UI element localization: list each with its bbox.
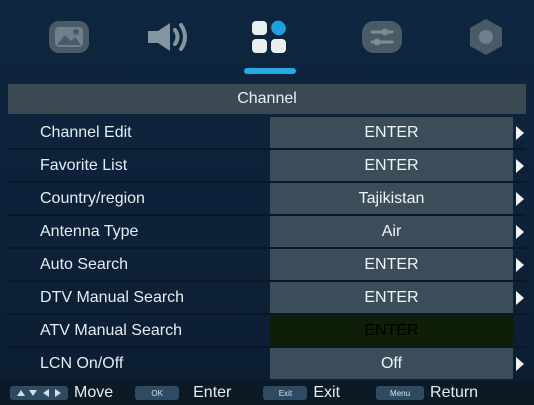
picture-icon [49, 21, 89, 53]
footer-exit-label: Exit [313, 384, 341, 401]
menu-item-label: ATV Manual Search [40, 322, 182, 339]
menu-item-value[interactable]: Air [270, 216, 513, 247]
menu-item-value[interactable]: ENTER [270, 117, 513, 148]
page-title: Channel [8, 84, 526, 114]
tab-settings[interactable] [356, 17, 408, 57]
footer-enter-label: Enter [193, 384, 232, 401]
menu-item-label: Channel Edit [40, 124, 132, 141]
channel-icon [252, 20, 286, 53]
exit-key: Exit [263, 386, 308, 400]
tab-channel[interactable] [244, 17, 296, 57]
arrow-right-icon [516, 159, 524, 173]
navigation-arrows-icon [10, 386, 68, 400]
ok-key: OK [135, 386, 180, 400]
arrow-right-icon [516, 357, 524, 371]
menu-item-value[interactable]: ENTER [270, 282, 513, 313]
lock-icon [470, 19, 502, 55]
tab-picture[interactable] [43, 17, 95, 57]
menu-item-label: Country/region [40, 190, 145, 207]
arrow-right-icon [516, 225, 524, 239]
menu-item-label: DTV Manual Search [40, 289, 185, 306]
menu-item-value[interactable]: Off [270, 348, 513, 379]
sound-icon [148, 23, 187, 51]
menu-item-antenna-type[interactable]: Antenna Type Air [8, 216, 526, 249]
menu-item-value[interactable]: ENTER [270, 150, 513, 181]
tv-menu-screen: Channel Channel Edit ENTER Favorite List… [0, 0, 534, 405]
footer-key-hints: Move OK Enter Exit Exit Menu Return [0, 381, 534, 405]
menu-item-value-disabled: ENTER [270, 315, 513, 346]
menu-item-auto-search[interactable]: Auto Search ENTER [8, 249, 526, 282]
arrow-right-icon [516, 126, 524, 140]
selected-tab-indicator [244, 68, 296, 74]
tab-lock[interactable] [460, 17, 512, 57]
menu-item-lcn-on-off[interactable]: LCN On/Off Off [8, 348, 526, 381]
menu-item-label: Antenna Type [40, 223, 139, 240]
menu-item-label: LCN On/Off [40, 355, 124, 372]
menu-tab-bar [0, 0, 534, 84]
menu-item-atv-manual-search[interactable]: ATV Manual Search ENTER [8, 315, 526, 348]
settings-sliders-icon [362, 21, 402, 53]
channel-menu: Channel Edit ENTER Favorite List ENTER C… [8, 117, 526, 381]
menu-item-channel-edit[interactable]: Channel Edit ENTER [8, 117, 526, 150]
menu-item-label: Favorite List [40, 157, 128, 174]
menu-item-dtv-manual-search[interactable]: DTV Manual Search ENTER [8, 282, 526, 315]
arrow-right-icon [516, 192, 524, 206]
menu-item-label: Auto Search [40, 256, 129, 273]
tab-sound[interactable] [143, 17, 195, 57]
menu-item-favorite-list[interactable]: Favorite List ENTER [8, 150, 526, 183]
menu-item-value[interactable]: Tajikistan [270, 183, 513, 214]
menu-key: Menu [376, 386, 425, 400]
arrow-right-icon [516, 291, 524, 305]
footer-move-label: Move [74, 384, 114, 401]
arrow-right-icon [516, 258, 524, 272]
menu-item-country-region[interactable]: Country/region Tajikistan [8, 183, 526, 216]
footer-return-label: Return [430, 384, 479, 401]
menu-item-value[interactable]: ENTER [270, 249, 513, 280]
